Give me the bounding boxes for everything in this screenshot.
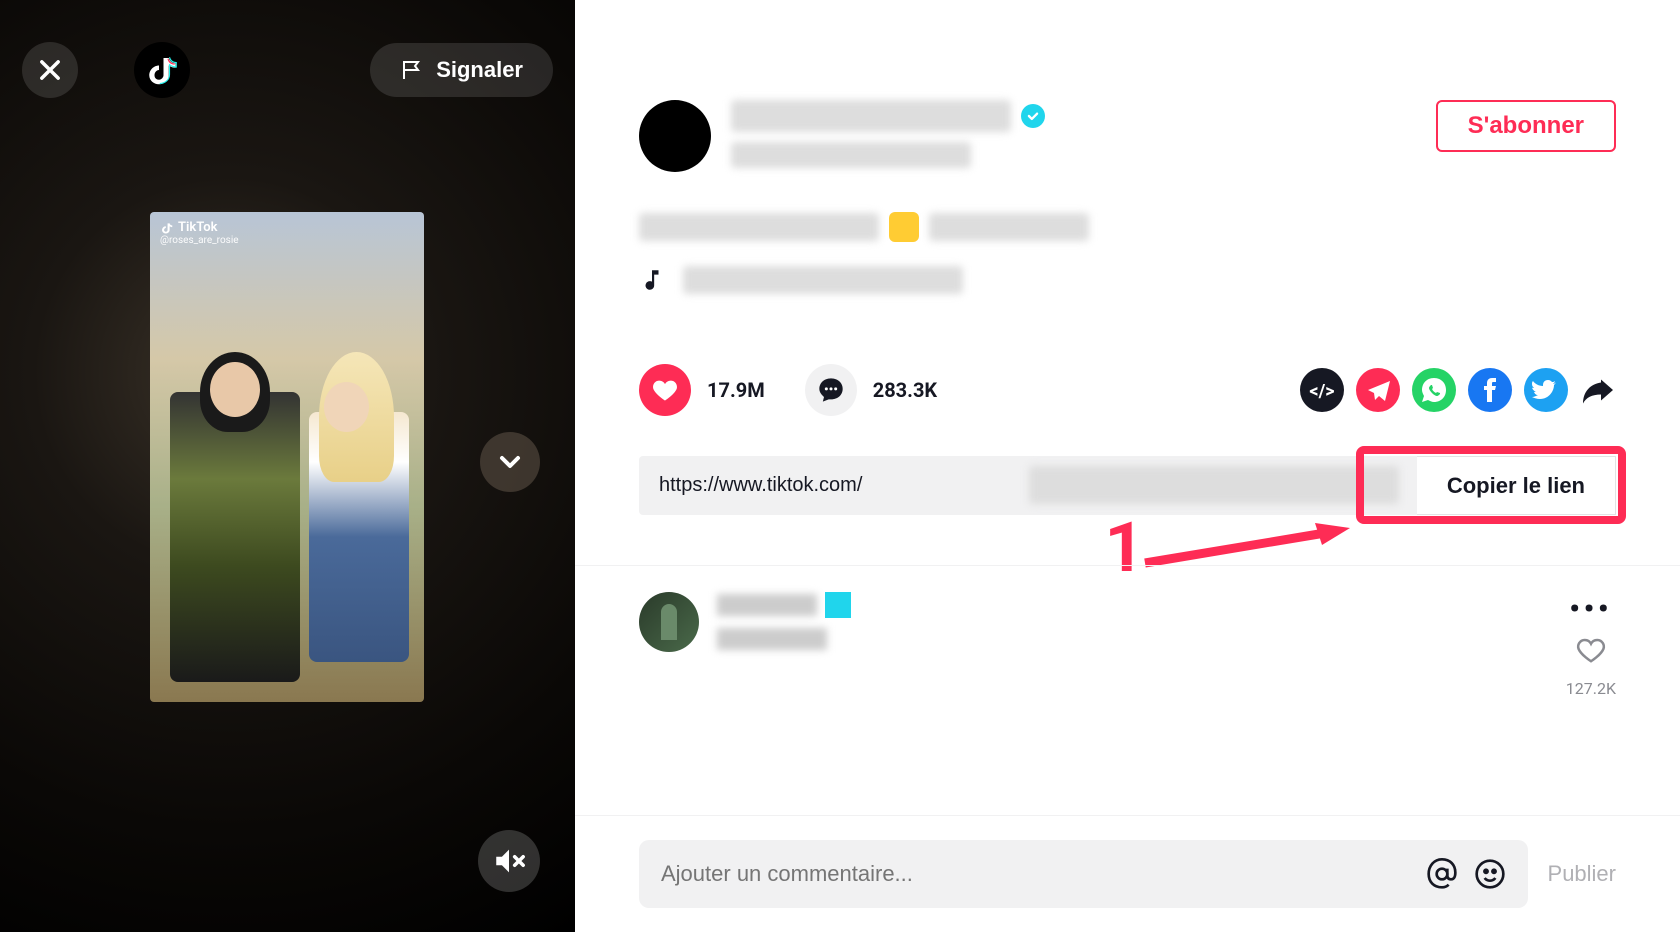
share-facebook-button[interactable] bbox=[1468, 368, 1512, 412]
report-button[interactable]: Signaler bbox=[370, 43, 553, 97]
twitter-icon bbox=[1524, 368, 1568, 412]
facebook-icon bbox=[1468, 368, 1512, 412]
comment-input-bar: Publier bbox=[575, 815, 1680, 932]
author-username[interactable] bbox=[731, 100, 1011, 132]
whatsapp-icon bbox=[1412, 368, 1456, 412]
like-count: 17.9M bbox=[707, 378, 765, 402]
details-panel: S'abonner 17.9M 283.3K </> bbox=[575, 0, 1680, 932]
publish-comment-button[interactable]: Publier bbox=[1548, 861, 1616, 887]
author-displayname bbox=[731, 142, 971, 168]
author-avatar[interactable] bbox=[639, 100, 711, 172]
report-label: Signaler bbox=[436, 57, 523, 83]
comment-more-button[interactable]: ••• bbox=[1569, 592, 1612, 625]
comment-icon bbox=[817, 376, 845, 404]
comment-like-count: 127.2K bbox=[1566, 679, 1616, 698]
mention-icon[interactable] bbox=[1426, 858, 1458, 890]
share-telegram-button[interactable] bbox=[1356, 368, 1400, 412]
verified-badge bbox=[1021, 104, 1045, 128]
next-video-button[interactable] bbox=[480, 432, 540, 492]
comment-input[interactable] bbox=[661, 861, 1410, 887]
emoji-icon bbox=[889, 212, 919, 242]
video-caption bbox=[575, 212, 1680, 242]
link-blurred-portion bbox=[1029, 466, 1399, 504]
volume-muted-icon bbox=[492, 844, 526, 878]
comment-button[interactable] bbox=[805, 364, 857, 416]
check-icon bbox=[1026, 109, 1040, 123]
telegram-icon bbox=[1356, 368, 1400, 412]
close-icon bbox=[36, 56, 64, 84]
tiktok-icon bbox=[144, 52, 180, 88]
copy-link-button[interactable]: Copier le lien bbox=[1417, 456, 1616, 515]
tiktok-icon bbox=[160, 221, 174, 235]
commenter-badge bbox=[825, 592, 851, 618]
video-watermark: TikTok @roses_are_rosie bbox=[160, 220, 239, 246]
emoji-picker-icon[interactable] bbox=[1474, 858, 1506, 890]
heart-outline-icon bbox=[1576, 635, 1606, 665]
music-info[interactable] bbox=[575, 266, 1680, 294]
close-button[interactable] bbox=[22, 42, 78, 98]
embed-icon: </> bbox=[1300, 368, 1344, 412]
tiktok-logo[interactable] bbox=[134, 42, 190, 98]
commenter-username[interactable] bbox=[717, 594, 817, 616]
comment-item: ••• 127.2K bbox=[639, 592, 1616, 698]
svg-text:</>: </> bbox=[1309, 381, 1334, 402]
share-embed-button[interactable]: </> bbox=[1300, 368, 1344, 412]
video-thumbnail[interactable]: TikTok @roses_are_rosie bbox=[150, 212, 424, 702]
like-button[interactable] bbox=[639, 364, 691, 416]
share-whatsapp-button[interactable] bbox=[1412, 368, 1456, 412]
follow-button[interactable]: S'abonner bbox=[1436, 100, 1616, 152]
heart-icon bbox=[651, 376, 679, 404]
comment-count: 283.3K bbox=[873, 378, 937, 402]
comment-text bbox=[717, 628, 827, 650]
share-more-button[interactable] bbox=[1580, 372, 1616, 408]
mute-button[interactable] bbox=[478, 830, 540, 892]
flag-icon bbox=[400, 58, 424, 82]
chevron-down-icon bbox=[494, 446, 526, 478]
video-panel: Signaler TikTok @roses_are_rosie bbox=[0, 0, 575, 932]
music-note-icon bbox=[639, 267, 665, 293]
comment-like-button[interactable] bbox=[1576, 635, 1606, 669]
share-twitter-button[interactable] bbox=[1524, 368, 1568, 412]
commenter-avatar[interactable] bbox=[639, 592, 699, 652]
